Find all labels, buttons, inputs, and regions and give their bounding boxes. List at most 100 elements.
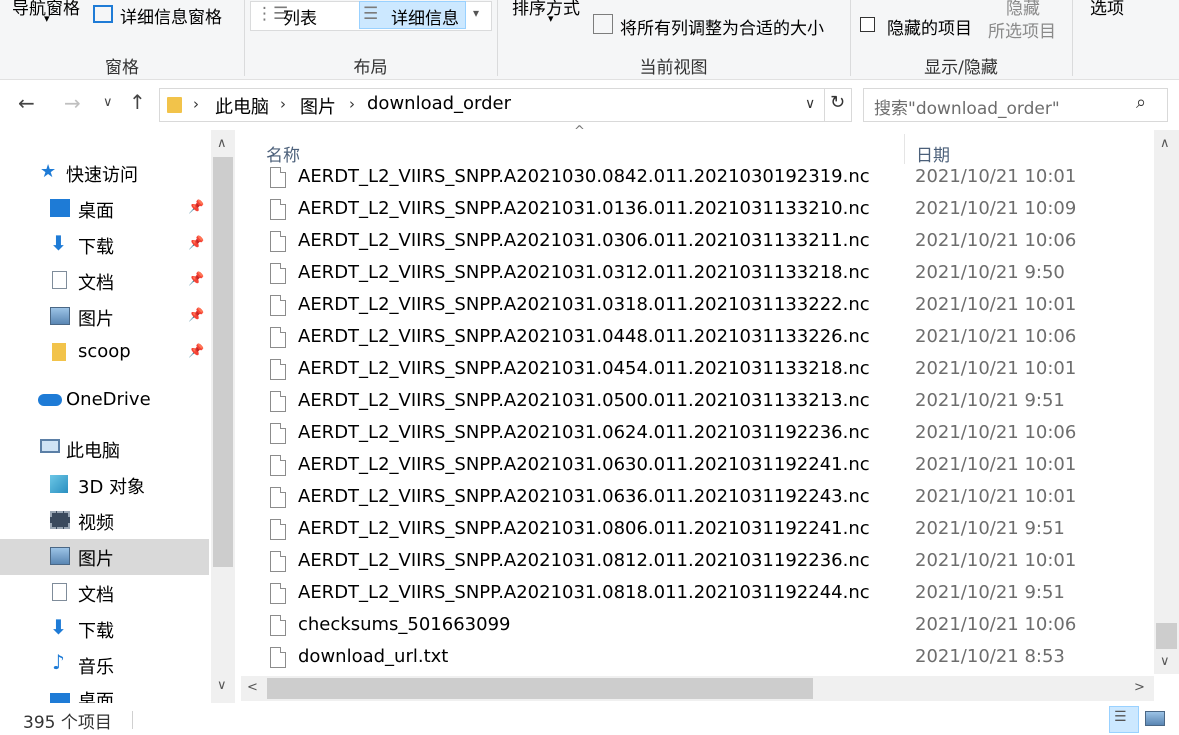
address-dropdown-icon[interactable]: ∨ (805, 96, 815, 112)
breadcrumb-download-order[interactable]: download_order (367, 93, 511, 114)
nav-item-downloads[interactable]: ⬇ 下载 (0, 611, 209, 647)
file-icon (270, 583, 286, 604)
pin-icon: 📌 (188, 200, 205, 215)
file-list-scrollbar-thumb[interactable] (1156, 623, 1177, 649)
sort-by-button[interactable]: 排序方式 (512, 0, 580, 19)
scroll-left-arrow-icon[interactable]: < (247, 680, 258, 695)
file-name: AERDT_L2_VIIRS_SNPP.A2021031.0806.011.20… (298, 518, 870, 539)
file-row[interactable]: AERDT_L2_VIIRS_SNPP.A2021031.0812.011.20… (262, 547, 1152, 579)
group-label-layout: 布局 (353, 58, 388, 78)
file-list-scrollbar[interactable] (1154, 130, 1179, 674)
up-arrow-icon[interactable]: ↑ (129, 90, 146, 114)
file-name: AERDT_L2_VIIRS_SNPP.A2021031.0812.011.20… (298, 550, 870, 571)
file-date: 2021/10/21 10:01 (915, 166, 1077, 187)
file-row[interactable]: AERDT_L2_VIIRS_SNPP.A2021031.0448.011.20… (262, 323, 1152, 355)
ribbon-divider (1072, 0, 1073, 76)
folder-icon (167, 97, 182, 113)
nav-item-pictures-selected[interactable]: 图片 (0, 539, 209, 575)
fit-columns-button[interactable]: 将所有列调整为合适的大小 (620, 14, 824, 39)
file-name: checksums_501663099 (298, 614, 511, 635)
file-row[interactable]: AERDT_L2_VIIRS_SNPP.A2021031.0806.011.20… (262, 515, 1152, 547)
nav-item-label: 快速访问 (66, 165, 138, 186)
nav-item-downloads-pinned[interactable]: ⬇ 下载 📌 (0, 227, 209, 263)
sort-dropdown-icon[interactable]: ▾ (548, 12, 554, 25)
breadcrumb-pictures[interactable]: 图片 (300, 93, 336, 119)
nav-item-desktop[interactable]: 桌面 (0, 683, 209, 703)
nav-pane-scrollbar-thumb[interactable] (213, 157, 233, 567)
breadcrumb-this-pc[interactable]: 此电脑 (215, 93, 269, 119)
file-name: AERDT_L2_VIIRS_SNPP.A2021031.0500.011.20… (298, 390, 870, 411)
scroll-down-arrow-icon[interactable]: ∨ (217, 678, 227, 693)
file-row[interactable]: AERDT_L2_VIIRS_SNPP.A2021031.0624.011.20… (262, 419, 1152, 451)
music-icon: ♪ (52, 650, 65, 674)
file-icon (270, 615, 286, 636)
file-row[interactable]: checksums_501663099 2021/10/21 10:06 (262, 611, 1152, 643)
nav-item-desktop-pinned[interactable]: 桌面 📌 (0, 191, 209, 227)
file-date: 2021/10/21 10:06 (915, 422, 1077, 443)
file-row[interactable]: AERDT_L2_VIIRS_SNPP.A2021031.0818.011.20… (262, 579, 1152, 611)
scroll-up-arrow-icon[interactable]: ∧ (1160, 136, 1170, 151)
nav-item-onedrive[interactable]: OneDrive (0, 383, 209, 419)
file-date: 2021/10/21 10:06 (915, 614, 1077, 635)
details-view-icon: ☰ (363, 4, 379, 24)
nav-pane-dropdown-icon[interactable]: ▾ (44, 12, 50, 25)
details-view-button[interactable]: 详细信息 (391, 4, 459, 29)
scroll-down-arrow-icon[interactable]: ∨ (1160, 654, 1170, 669)
nav-item-documents[interactable]: 文档 (0, 575, 209, 611)
scroll-up-arrow-icon[interactable]: ∧ (217, 136, 227, 151)
file-row[interactable]: AERDT_L2_VIIRS_SNPP.A2021031.0630.011.20… (262, 451, 1152, 483)
list-view-button[interactable]: 列表 (283, 4, 317, 29)
forward-arrow-icon[interactable]: → (64, 91, 81, 115)
search-icon[interactable]: ⌕ (1136, 92, 1146, 113)
nav-item-scoop-pinned[interactable]: scoop 📌 (0, 335, 209, 371)
status-bar: 395 个项目 ☰ (0, 703, 1179, 735)
nav-item-quick-access[interactable]: ★ 快速访问 (0, 155, 209, 191)
details-pane-button[interactable]: 详细信息窗格 (120, 3, 222, 28)
file-date: 2021/10/21 9:51 (915, 582, 1065, 603)
options-button[interactable]: 选项 (1090, 0, 1124, 19)
horizontal-scrollbar-thumb[interactable] (267, 678, 813, 699)
navigation-pane: ★ 快速访问 桌面 📌 ⬇ 下载 📌 文档 📌 图片 📌 scoop 📌 One… (0, 130, 236, 703)
breadcrumb-separator-icon[interactable]: › (280, 95, 286, 113)
layout-more-icon[interactable]: ▾ (473, 6, 479, 20)
file-row[interactable]: AERDT_L2_VIIRS_SNPP.A2021031.0312.011.20… (262, 259, 1152, 291)
large-icons-view-toggle[interactable] (1145, 711, 1165, 726)
nav-item-videos[interactable]: 视频 (0, 503, 209, 539)
file-row[interactable]: AERDT_L2_VIIRS_SNPP.A2021031.0318.011.20… (262, 291, 1152, 323)
nav-item-label: 图片 (78, 309, 114, 330)
file-row[interactable]: AERDT_L2_VIIRS_SNPP.A2021031.0454.011.20… (262, 355, 1152, 387)
file-name: AERDT_L2_VIIRS_SNPP.A2021031.0318.011.20… (298, 294, 870, 315)
document-icon (52, 583, 67, 601)
breadcrumb-separator-icon[interactable]: › (349, 95, 355, 113)
search-placeholder[interactable]: 搜索"download_order" (874, 94, 1060, 119)
file-row[interactable]: AERDT_L2_VIIRS_SNPP.A2021031.0306.011.20… (262, 227, 1152, 259)
file-date: 2021/10/21 9:51 (915, 518, 1065, 539)
file-name: AERDT_L2_VIIRS_SNPP.A2021031.0630.011.20… (298, 454, 870, 475)
fit-columns-icon (593, 14, 613, 34)
nav-item-pictures-pinned[interactable]: 图片 📌 (0, 299, 209, 335)
file-row[interactable]: download_url.txt 2021/10/21 8:53 (262, 643, 1152, 675)
file-row[interactable]: AERDT_L2_VIIRS_SNPP.A2021031.0636.011.20… (262, 483, 1152, 515)
back-arrow-icon[interactable]: ← (18, 91, 35, 115)
scroll-right-arrow-icon[interactable]: > (1134, 680, 1145, 695)
star-icon: ★ (40, 161, 57, 182)
nav-item-3d-objects[interactable]: 3D 对象 (0, 467, 209, 503)
file-date: 2021/10/21 10:06 (915, 230, 1077, 251)
recent-locations-chevron-icon[interactable]: ∨ (103, 95, 113, 110)
nav-item-this-pc[interactable]: 此电脑 (0, 431, 209, 467)
nav-item-documents-pinned[interactable]: 文档 📌 (0, 263, 209, 299)
download-arrow-icon: ⬇ (50, 615, 67, 639)
nav-item-label: OneDrive (66, 389, 151, 410)
search-box[interactable]: 搜索"download_order" ⌕ (863, 88, 1168, 122)
file-row[interactable]: AERDT_L2_VIIRS_SNPP.A2021030.0842.011.20… (262, 163, 1152, 195)
breadcrumb-separator-icon[interactable]: › (193, 95, 199, 113)
nav-item-music[interactable]: ♪ 音乐 (0, 647, 209, 683)
video-icon (50, 511, 70, 529)
file-row[interactable]: AERDT_L2_VIIRS_SNPP.A2021031.0500.011.20… (262, 387, 1152, 419)
refresh-icon[interactable]: ↻ (830, 92, 845, 113)
address-bar[interactable]: › 此电脑 › 图片 › download_order ∨ ↻ (159, 88, 852, 122)
details-view-toggle[interactable]: ☰ (1109, 706, 1139, 733)
hidden-items-checkbox[interactable] (860, 17, 875, 32)
column-divider[interactable] (904, 134, 905, 164)
file-row[interactable]: AERDT_L2_VIIRS_SNPP.A2021031.0136.011.20… (262, 195, 1152, 227)
